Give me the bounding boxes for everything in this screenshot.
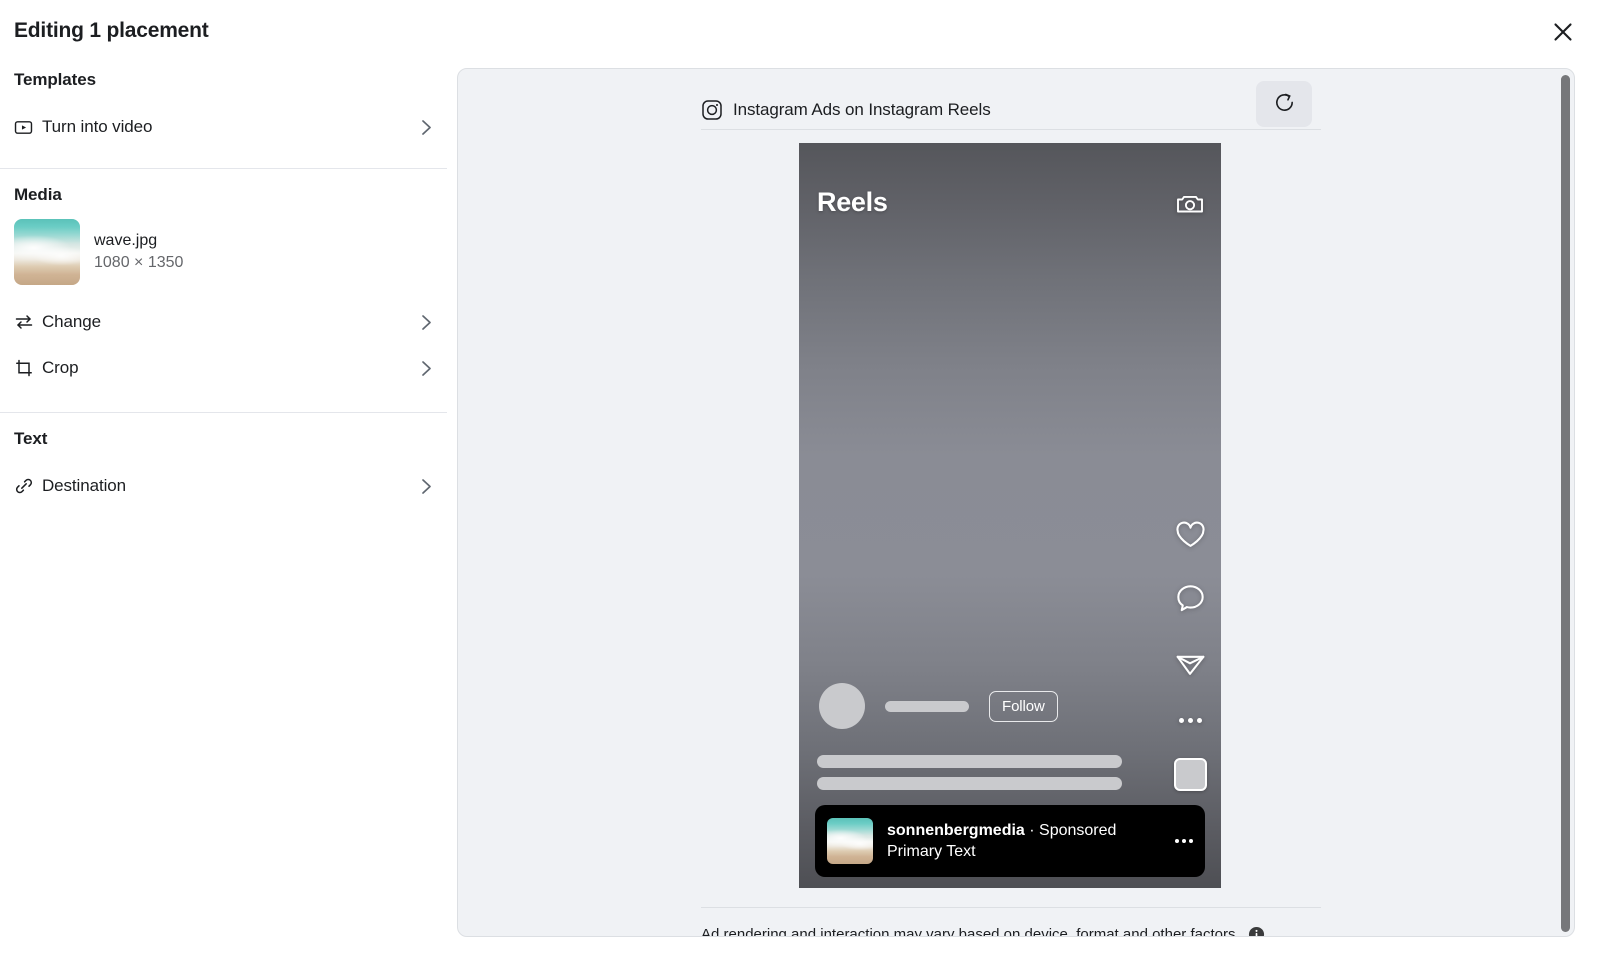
reels-action-bar	[1174, 518, 1207, 730]
caption-placeholder-bar	[817, 777, 1122, 790]
camera-icon[interactable]	[1175, 189, 1205, 224]
templates-section: Templates	[0, 62, 447, 90]
chevron-right-icon	[420, 359, 433, 378]
close-icon	[1552, 21, 1574, 46]
preview-scrollbar-thumb[interactable]	[1561, 75, 1570, 932]
audio-album-thumbnail[interactable]	[1174, 758, 1207, 791]
caption-placeholder-bar	[817, 755, 1122, 768]
sidebar-row-change[interactable]: Change	[0, 299, 447, 345]
ad-text-block: sonnenbergmedia · Sponsored Primary Text	[887, 822, 1167, 861]
text-section: Text	[0, 413, 447, 449]
avatar[interactable]	[819, 683, 865, 729]
ad-account-line: sonnenbergmedia · Sponsored	[887, 822, 1167, 840]
header-divider	[701, 129, 1321, 130]
ad-account-name: sonnenbergmedia	[887, 821, 1025, 839]
instagram-icon	[701, 99, 723, 121]
info-icon[interactable]	[1248, 926, 1265, 936]
section-title-media: Media	[14, 185, 62, 204]
sidebar-row-turn-into-video[interactable]: Turn into video	[0, 104, 447, 150]
sidebar-row-label: Crop	[42, 358, 79, 377]
video-play-icon	[14, 118, 42, 137]
footer-note-text: Ad rendering and interaction may vary ba…	[701, 925, 1240, 937]
dialog-header: Editing 1 placement	[0, 0, 1600, 62]
sponsored-ad-card[interactable]: sonnenbergmedia · Sponsored Primary Text	[815, 805, 1205, 877]
preview-footer-note: Ad rendering and interaction may vary ba…	[701, 919, 1341, 937]
ad-preview-panel: Instagram Ads on Instagram Reels Reels F…	[457, 68, 1575, 937]
ad-separator: ·	[1024, 821, 1040, 839]
close-button[interactable]	[1546, 16, 1580, 50]
page-title: Editing 1 placement	[14, 19, 209, 42]
follow-button[interactable]: Follow	[989, 690, 1058, 722]
sidebar-row-crop[interactable]: Crop	[0, 345, 447, 391]
sidebar-row-label: Destination	[42, 476, 126, 495]
ad-sponsored-label: Sponsored	[1039, 821, 1117, 839]
reels-profile-row: Follow	[819, 683, 1058, 729]
reels-screen-title: Reels	[817, 187, 888, 217]
placement-label: Instagram Ads on Instagram Reels	[733, 100, 991, 119]
media-section: Media	[0, 169, 447, 205]
chevron-right-icon	[420, 313, 433, 332]
account-name-placeholder	[885, 700, 969, 712]
chevron-right-icon	[420, 477, 433, 496]
chevron-right-icon	[420, 118, 433, 137]
reels-phone-mock: Reels Follow sonnenbergmedia · Sponsored…	[799, 143, 1221, 888]
sidebar-row-label: Turn into video	[42, 117, 153, 136]
editor-sidebar: Templates Turn into video Media wave.jpg…	[0, 62, 447, 973]
media-dimensions: 1080 × 1350	[94, 254, 184, 271]
link-chain-icon	[14, 476, 42, 496]
more-options-icon[interactable]	[1179, 710, 1202, 730]
section-title-text: Text	[14, 429, 48, 448]
preview-scrollbar-track[interactable]	[1559, 73, 1571, 934]
section-title-templates: Templates	[14, 70, 96, 89]
media-item[interactable]: wave.jpg 1080 × 1350	[0, 211, 447, 295]
media-file-name: wave.jpg	[94, 232, 158, 249]
sidebar-row-label: Change	[42, 312, 101, 331]
sidebar-row-destination[interactable]: Destination	[0, 463, 447, 509]
crop-icon	[14, 358, 42, 378]
ad-primary-text: Primary Text	[887, 842, 976, 860]
footer-divider	[701, 907, 1321, 908]
refresh-icon	[1273, 91, 1296, 117]
ad-thumbnail	[827, 818, 873, 864]
like-icon[interactable]	[1174, 518, 1207, 556]
swap-arrows-icon	[14, 312, 42, 332]
preview-header: Instagram Ads on Instagram Reels	[701, 81, 1321, 139]
media-meta: wave.jpg 1080 × 1350	[94, 232, 183, 272]
comment-icon[interactable]	[1174, 582, 1207, 620]
share-icon[interactable]	[1174, 646, 1207, 684]
wave-image-thumbnail	[14, 219, 80, 285]
more-options-icon[interactable]	[1167, 839, 1193, 843]
refresh-preview-button[interactable]	[1256, 81, 1312, 127]
